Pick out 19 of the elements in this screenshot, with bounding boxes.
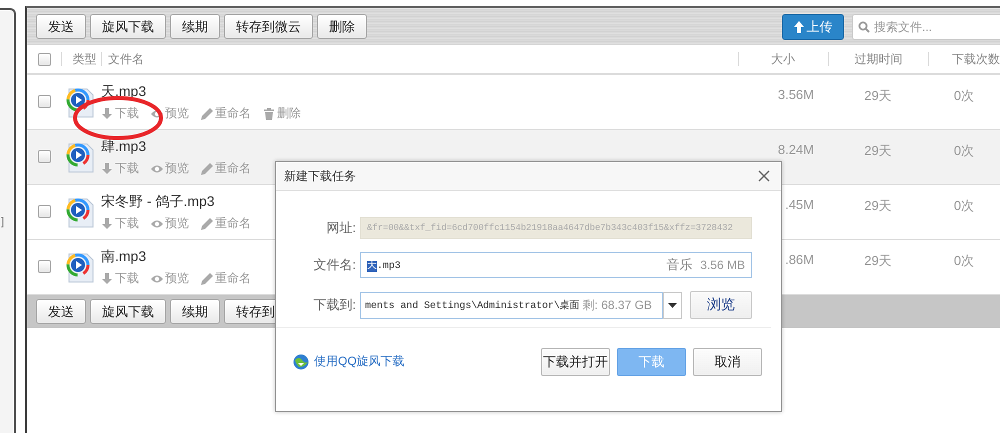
expiry-time: 29天 — [864, 197, 892, 215]
file-size: 8.24M — [778, 142, 814, 157]
dialog-title: 新建下载任务 — [284, 168, 356, 184]
file-type: 音乐 — [666, 256, 692, 274]
panel-label: ] — [1, 216, 4, 228]
download-count: 0次 — [954, 142, 974, 160]
file-size: 3.56 MB — [700, 258, 745, 272]
download-count: 0次 — [954, 252, 974, 270]
download-count: 0次 — [954, 87, 974, 105]
field-label: 下载到: — [312, 296, 356, 314]
file-size: 3.56M — [778, 87, 814, 102]
download-count: 0次 — [954, 197, 974, 215]
file-size: .45M — [785, 197, 814, 212]
field-label: 网址: — [325, 219, 356, 237]
field-label: 文件名: — [312, 256, 356, 274]
file-size: .86M — [785, 252, 814, 267]
expiry-time: 29天 — [864, 252, 892, 270]
expiry-time: 29天 — [864, 142, 892, 160]
expiry-time: 29天 — [864, 87, 892, 105]
